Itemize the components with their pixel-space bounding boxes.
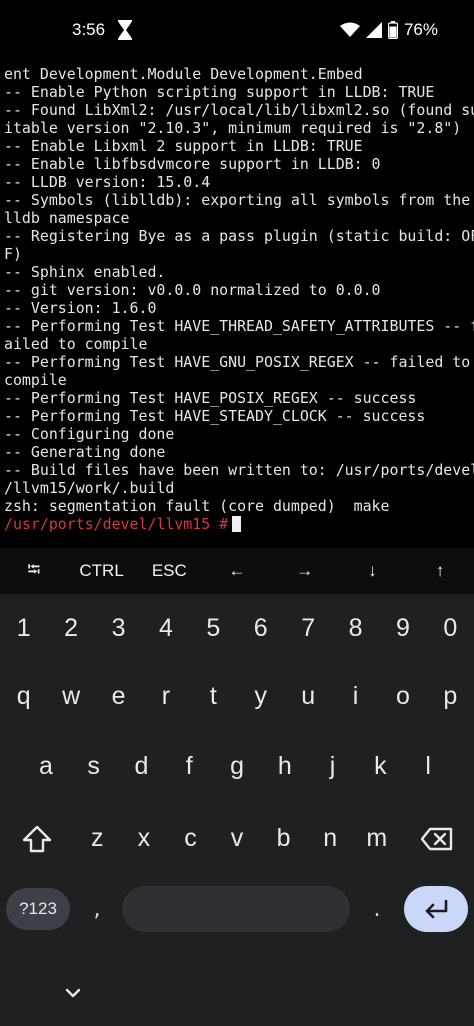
key-9[interactable]: 9 xyxy=(379,600,426,656)
key-d[interactable]: d xyxy=(118,738,166,794)
key-1[interactable]: 1 xyxy=(0,600,47,656)
terminal-line: -- Enable Libxml 2 support in LLDB: TRUE xyxy=(4,137,363,155)
shift-icon xyxy=(22,825,52,853)
terminal-line: -- Performing Test HAVE_STEADY_CLOCK -- … xyxy=(4,407,426,425)
key-g[interactable]: g xyxy=(213,738,261,794)
hourglass-icon xyxy=(118,20,132,40)
shell-prompt: /usr/ports/devel/llvm15 # xyxy=(4,515,229,533)
keyboard-row-bottom: zxcvbnm xyxy=(0,810,474,866)
backspace-icon xyxy=(420,827,453,851)
terminal-line: -- LLDB version: 15.0.4 xyxy=(4,173,211,191)
terminal-output[interactable]: ent Development.Module Development.Embed… xyxy=(0,62,474,542)
arrow-left-key[interactable]: ← xyxy=(203,548,271,594)
key-k[interactable]: k xyxy=(356,738,404,794)
terminal-line: -- Found LibXml2: /usr/local/lib/libxml2… xyxy=(4,101,474,119)
terminal-line: -- Version: 1.6.0 xyxy=(4,299,157,317)
terminal-line: -- Performing Test HAVE_GNU_POSIX_REGEX … xyxy=(4,353,471,371)
keyboard-row-numbers: 1234567890 xyxy=(0,600,474,656)
ctrl-key[interactable]: CTRL xyxy=(68,548,136,594)
terminal-line: -- Performing Test HAVE_THREAD_SAFETY_AT… xyxy=(4,317,474,335)
terminal-line: zsh: segmentation fault (core dumped) ma… xyxy=(4,497,390,515)
backspace-key[interactable] xyxy=(414,816,460,862)
key-6[interactable]: 6 xyxy=(237,600,284,656)
key-t[interactable]: t xyxy=(190,668,237,724)
extra-keys-row: ⭾ CTRL ESC ← → ↓ ↑ xyxy=(0,548,474,594)
key-4[interactable]: 4 xyxy=(142,600,189,656)
keyboard-row-top: qwertyuiop xyxy=(0,668,474,724)
key-w[interactable]: w xyxy=(47,668,94,724)
key-8[interactable]: 8 xyxy=(332,600,379,656)
wifi-icon xyxy=(339,22,360,37)
key-v[interactable]: v xyxy=(214,810,261,866)
period-key[interactable]: . xyxy=(362,894,392,924)
soft-keyboard: 1234567890 qwertyuiop asdfghjkl zxcvbnm … xyxy=(0,594,474,1026)
key-3[interactable]: 3 xyxy=(95,600,142,656)
terminal-line: compile xyxy=(4,371,67,389)
terminal-line: -- Build files have been written to: /us… xyxy=(4,461,474,479)
hide-keyboard-button[interactable] xyxy=(58,978,88,1008)
terminal-line: -- Enable libfbsdvmcore support in LLDB:… xyxy=(4,155,381,173)
terminal-line: lldb namespace xyxy=(4,209,130,227)
terminal-line: -- Configuring done xyxy=(4,425,175,443)
key-z[interactable]: z xyxy=(74,810,121,866)
key-o[interactable]: o xyxy=(379,668,426,724)
key-y[interactable]: y xyxy=(237,668,284,724)
key-j[interactable]: j xyxy=(309,738,357,794)
comma-key[interactable]: , xyxy=(82,894,112,924)
terminal-line: -- Sphinx enabled. xyxy=(4,263,166,281)
battery-icon xyxy=(387,21,398,39)
key-h[interactable]: h xyxy=(261,738,309,794)
keyboard-row-middle: asdfghjkl xyxy=(0,738,474,794)
terminal-line: F) xyxy=(4,245,22,263)
terminal-lines: ent Development.Module Development.Embed… xyxy=(0,62,474,533)
key-l[interactable]: l xyxy=(404,738,452,794)
key-u[interactable]: u xyxy=(284,668,331,724)
arrow-up-key[interactable]: ↑ xyxy=(406,548,474,594)
key-q[interactable]: q xyxy=(0,668,47,724)
terminal-line: -- Performing Test HAVE_POSIX_REGEX -- s… xyxy=(4,389,417,407)
key-s[interactable]: s xyxy=(70,738,118,794)
terminal-line: -- git version: v0.0.0 normalized to 0.0… xyxy=(4,281,381,299)
symbols-key[interactable]: ?123 xyxy=(6,888,70,930)
battery-percent: 76% xyxy=(403,20,438,39)
text-cursor xyxy=(232,516,242,532)
key-5[interactable]: 5 xyxy=(190,600,237,656)
terminal-line: itable version "2.10.3", minimum require… xyxy=(4,119,462,137)
signal-icon xyxy=(365,22,382,38)
key-7[interactable]: 7 xyxy=(284,600,331,656)
key-p[interactable]: p xyxy=(427,668,474,724)
terminal-line: /llvm15/work/.build xyxy=(4,479,175,497)
key-m[interactable]: m xyxy=(353,810,400,866)
terminal-line: ailed to compile xyxy=(4,335,148,353)
navigation-bar xyxy=(0,960,474,1026)
key-r[interactable]: r xyxy=(142,668,189,724)
key-e[interactable]: e xyxy=(95,668,142,724)
terminal-line: -- Enable Python scripting support in LL… xyxy=(4,83,435,101)
enter-icon xyxy=(425,899,448,919)
key-c[interactable]: c xyxy=(167,810,214,866)
shift-key[interactable] xyxy=(14,816,60,862)
key-a[interactable]: a xyxy=(22,738,70,794)
esc-key[interactable]: ESC xyxy=(135,548,203,594)
key-b[interactable]: b xyxy=(260,810,307,866)
key-f[interactable]: f xyxy=(165,738,213,794)
key-2[interactable]: 2 xyxy=(47,600,94,656)
key-0[interactable]: 0 xyxy=(427,600,474,656)
status-bar: 3:56 76% xyxy=(0,0,474,62)
enter-key[interactable] xyxy=(404,886,468,932)
key-i[interactable]: i xyxy=(332,668,379,724)
status-time: 3:56 xyxy=(72,20,106,39)
arrow-down-key[interactable]: ↓ xyxy=(339,548,407,594)
terminal-line: -- Generating done xyxy=(4,443,166,461)
key-x[interactable]: x xyxy=(121,810,168,866)
terminal-line: -- Symbols (liblldb): exporting all symb… xyxy=(4,191,471,209)
chevron-down-icon xyxy=(65,988,81,998)
space-bar[interactable] xyxy=(122,886,350,932)
terminal-line: -- Registering Bye as a pass plugin (sta… xyxy=(4,227,474,245)
prompt-line[interactable]: /usr/ports/devel/llvm15 # xyxy=(4,515,474,533)
tab-key[interactable]: ⭾ xyxy=(0,548,68,594)
arrow-right-key[interactable]: → xyxy=(271,548,339,594)
terminal-line: ent Development.Module Development.Embed xyxy=(4,65,363,83)
key-n[interactable]: n xyxy=(307,810,354,866)
